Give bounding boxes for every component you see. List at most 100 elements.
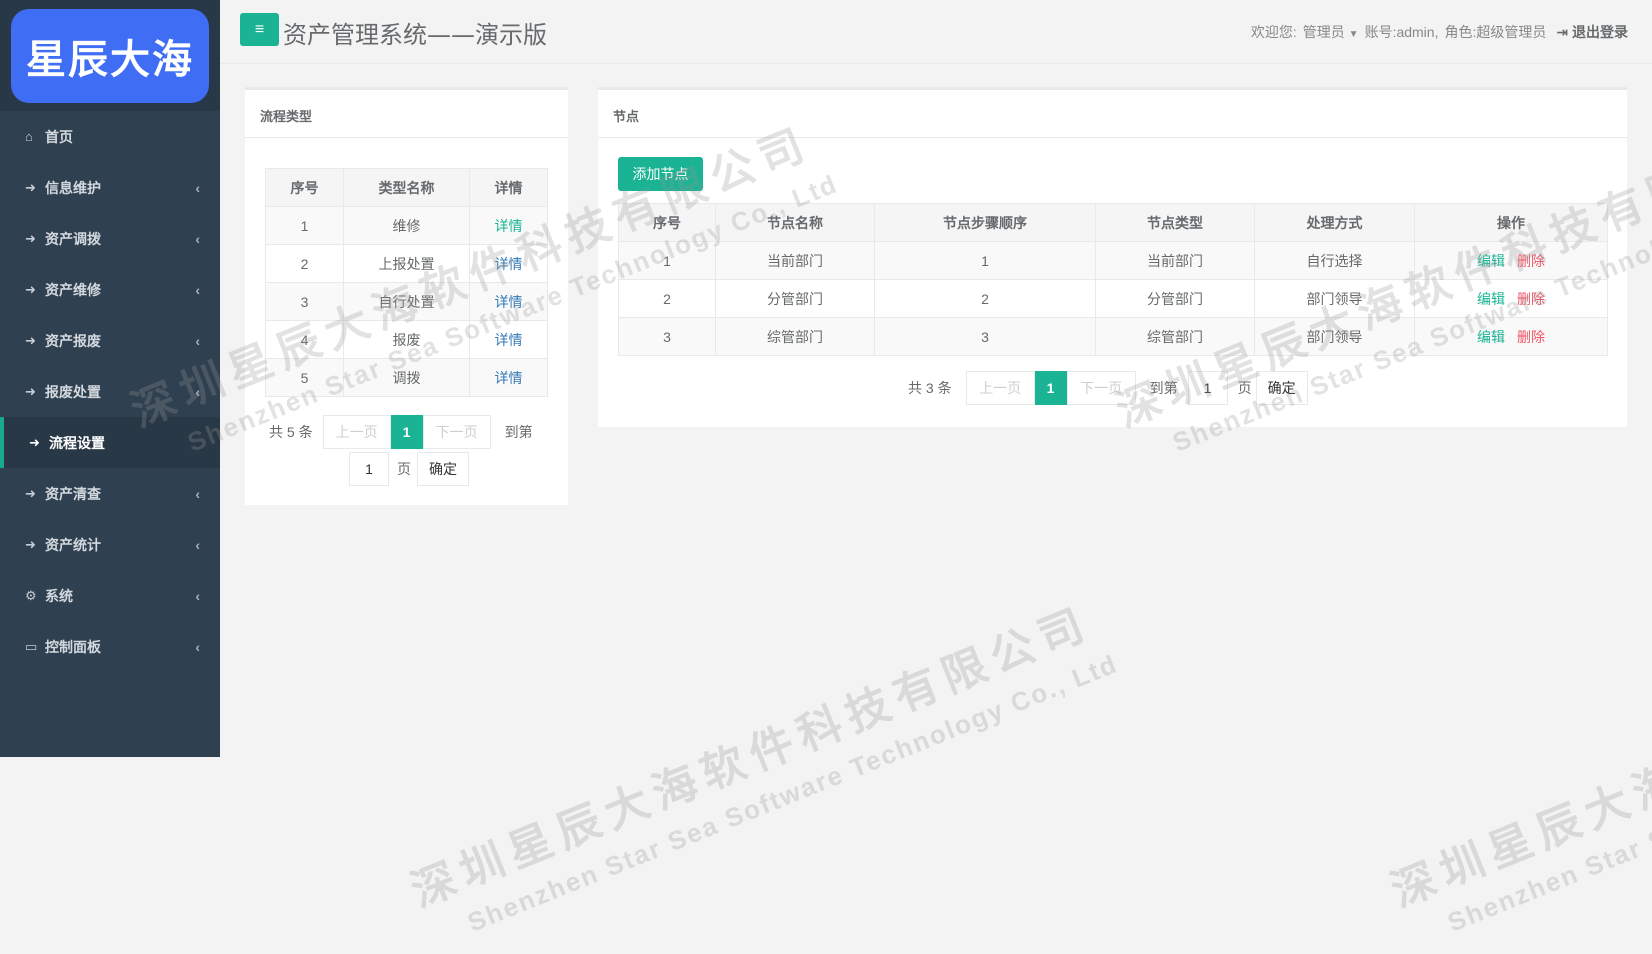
page-number-input[interactable]: 1 xyxy=(349,452,389,486)
cell-method: 部门领导 xyxy=(1254,279,1415,318)
role-text: 角色:超级管理员 xyxy=(1444,24,1547,40)
detail-link[interactable]: 详情 xyxy=(495,294,523,310)
detail-link[interactable]: 详情 xyxy=(495,332,523,348)
cell-name: 上报处置 xyxy=(343,244,470,283)
column-header: 节点名称 xyxy=(715,203,875,242)
column-header: 序号 xyxy=(618,203,716,242)
chevron-left-icon: ‹ xyxy=(195,383,200,400)
cell-no: 3 xyxy=(265,282,344,321)
arrow-right-icon: ➜ xyxy=(25,179,36,195)
cell-name: 综管部门 xyxy=(715,317,875,356)
pagination: 共 3 条 上一页 1 下一页 到第 1 页 确定 xyxy=(908,371,1308,405)
sidebar-item-system[interactable]: ⚙ 系统 ‹ xyxy=(0,570,220,621)
prev-page-button[interactable]: 上一页 xyxy=(322,415,391,449)
cell-method: 自行选择 xyxy=(1254,241,1415,280)
arrow-right-icon: ➜ xyxy=(25,536,36,552)
menu-toggle-button[interactable]: ≡ xyxy=(240,13,279,46)
cell-name: 维修 xyxy=(343,206,470,245)
watermark: 深圳星辰大海软件科技有限公司 Shenzhen Star Sea Softwar… xyxy=(400,583,1122,953)
cell-no: 2 xyxy=(618,279,716,318)
cell-type: 综管部门 xyxy=(1095,317,1255,356)
cell-order: 1 xyxy=(874,241,1096,280)
column-header: 详情 xyxy=(469,168,548,207)
arrow-right-icon: ➜ xyxy=(25,485,36,501)
sidebar-item-info[interactable]: ➜ 信息维护 ‹ xyxy=(0,162,220,213)
cell-type: 当前部门 xyxy=(1095,241,1255,280)
sidebar-item-flow-settings[interactable]: ➜ 流程设置 xyxy=(0,417,220,468)
confirm-page-button[interactable]: 确定 xyxy=(417,452,469,486)
logout-label: 退出登录 xyxy=(1572,24,1628,40)
caret-down-icon: ▼ xyxy=(1348,29,1359,40)
delete-link[interactable]: 删除 xyxy=(1517,329,1545,345)
sidebar-item-repair[interactable]: ➜ 资产维修 ‹ xyxy=(0,264,220,315)
column-header: 序号 xyxy=(265,168,344,207)
home-icon: ⌂ xyxy=(25,129,33,144)
watermark: 深圳星辰大海软件科技有限公司 Shenzhen Star Sea Softwar… xyxy=(1380,583,1652,953)
sidebar-item-stats[interactable]: ➜ 资产统计 ‹ xyxy=(0,519,220,570)
sidebar-item-label: 资产统计 xyxy=(45,536,101,553)
edit-link[interactable]: 编辑 xyxy=(1477,329,1505,345)
prev-page-button[interactable]: 上一页 xyxy=(965,371,1035,405)
cell-no: 3 xyxy=(618,317,716,356)
cell-name: 当前部门 xyxy=(715,241,875,280)
page-1-button[interactable]: 1 xyxy=(1034,371,1067,405)
column-header: 类型名称 xyxy=(343,168,470,207)
user-info: 欢迎您: 管理员 ▼ 账号:admin, 角色:超级管理员 ⇥ 退出登录 xyxy=(1251,22,1628,42)
cell-no: 1 xyxy=(265,206,344,245)
sidebar-nav: ⌂ 首页 ➜ 信息维护 ‹ ➜ 资产调拨 ‹ ➜ 资产维修 ‹ ➜ 资产报废 ‹ ➜ 报废处置 ‹ ➜… xyxy=(0,111,220,672)
chevron-left-icon: ‹ xyxy=(195,536,200,553)
sidebar-item-label: 流程设置 xyxy=(49,434,105,451)
confirm-page-button[interactable]: 确定 xyxy=(1255,371,1308,405)
sidebar-item-transfer[interactable]: ➜ 资产调拨 ‹ xyxy=(0,213,220,264)
cell-actions: 编辑 删除 xyxy=(1414,317,1608,356)
arrow-right-icon: ➜ xyxy=(25,281,36,297)
column-header: 节点步骤顺序 xyxy=(874,203,1096,242)
table-row: 3 自行处置 详情 xyxy=(265,282,548,321)
cell-method: 部门领导 xyxy=(1254,317,1415,356)
delete-link[interactable]: 删除 xyxy=(1517,291,1545,307)
logout-button[interactable]: ⇥ 退出登录 xyxy=(1556,22,1628,42)
top-header: ≡ 资产管理系统——演示版 欢迎您: 管理员 ▼ 账号:admin, 角色:超级… xyxy=(220,0,1652,64)
page-number-input[interactable]: 1 xyxy=(1187,371,1228,405)
next-page-button[interactable]: 下一页 xyxy=(1066,371,1136,405)
next-page-button[interactable]: 下一页 xyxy=(422,415,491,449)
edit-link[interactable]: 编辑 xyxy=(1477,291,1505,307)
goto-label: 到第 xyxy=(504,424,533,440)
user-dropdown[interactable]: 管理员 ▼ xyxy=(1303,22,1359,42)
detail-link[interactable]: 详情 xyxy=(495,218,523,234)
add-node-button[interactable]: 添加节点 xyxy=(618,157,703,191)
total-count: 共 5 条 xyxy=(269,424,313,440)
cell-name: 自行处置 xyxy=(343,282,470,321)
sidebar-item-label: 资产报废 xyxy=(45,332,101,349)
edit-link[interactable]: 编辑 xyxy=(1477,253,1505,269)
detail-link[interactable]: 详情 xyxy=(495,370,523,386)
sidebar-item-label: 报废处置 xyxy=(45,383,101,400)
account-text: 账号:admin, xyxy=(1364,24,1439,40)
cell-no: 4 xyxy=(265,320,344,359)
detail-link[interactable]: 详情 xyxy=(495,256,523,272)
logo: 星辰大海 xyxy=(11,8,209,103)
sidebar-item-dashboard[interactable]: ▭ 控制面板 ‹ xyxy=(0,621,220,672)
sidebar-item-scrap[interactable]: ➜ 资产报废 ‹ xyxy=(0,315,220,366)
watermark-cn: 深圳星辰大海软件科技有限公司 xyxy=(1384,597,1652,918)
sidebar-item-home[interactable]: ⌂ 首页 xyxy=(0,111,220,162)
chevron-left-icon: ‹ xyxy=(195,587,200,604)
logo-area: 星辰大海 xyxy=(0,0,220,111)
panel-title: 流程类型 xyxy=(245,90,568,138)
sidebar-item-disposal[interactable]: ➜ 报废处置 ‹ xyxy=(0,366,220,417)
page-1-button[interactable]: 1 xyxy=(390,415,423,449)
delete-link[interactable]: 删除 xyxy=(1517,253,1545,269)
cell-no: 5 xyxy=(265,358,344,397)
cell-actions: 编辑 删除 xyxy=(1414,279,1608,318)
table-row: 2 上报处置 详情 xyxy=(265,244,548,283)
sidebar-item-inventory[interactable]: ➜ 资产清查 ‹ xyxy=(0,468,220,519)
chevron-left-icon: ‹ xyxy=(195,179,200,196)
sidebar-item-label: 资产清查 xyxy=(45,485,101,502)
page-unit-label: 页 xyxy=(397,461,411,477)
arrow-right-icon: ➜ xyxy=(25,230,36,246)
gear-icon: ⚙ xyxy=(25,587,37,603)
sidebar-item-label: 资产调拨 xyxy=(45,230,101,247)
panel-title: 节点 xyxy=(598,90,1627,138)
sidebar-item-label: 系统 xyxy=(45,587,73,604)
watermark-cn: 深圳星辰大海软件科技有限公司 xyxy=(404,597,1099,918)
